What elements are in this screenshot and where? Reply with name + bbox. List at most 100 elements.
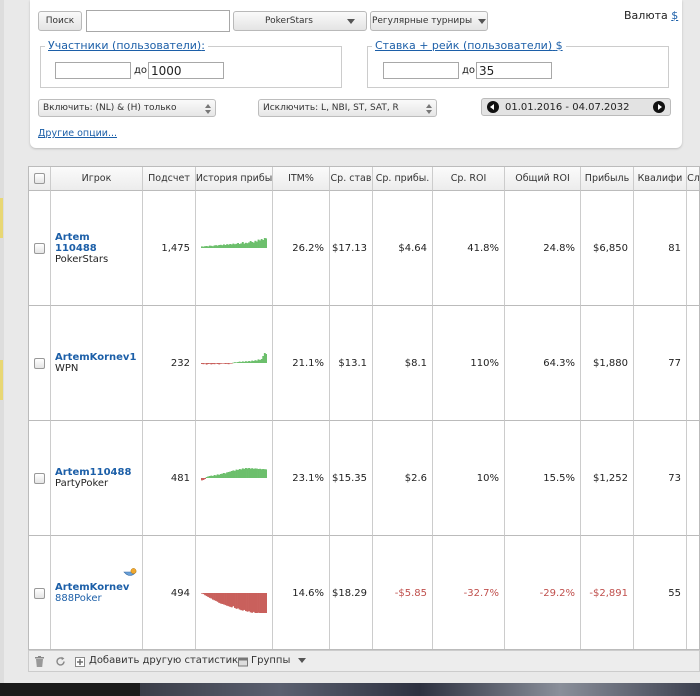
search-input[interactable] [86,10,230,32]
tourney-select-label: Регулярные турниры [371,16,473,26]
avg-roi-cell: 41.8% [433,191,505,306]
qual-cell: 73 [634,421,687,536]
player-name-link[interactable]: Artem110488 [55,467,131,478]
participants-to-input[interactable]: 1000 [148,62,224,79]
row-checkbox-cell[interactable] [29,536,51,649]
exclude-select[interactable]: Исключить: L, NBI, ST, SAT, R [258,99,437,117]
avg-roi-cell: -32.7% [433,536,505,649]
player-site: WPN [55,363,79,374]
column-header[interactable]: Игрок [51,167,143,191]
history-cell [196,191,273,306]
row-checkbox[interactable] [34,242,45,254]
column-header[interactable]: Квалифи [634,167,687,191]
row-checkbox-cell[interactable] [29,421,51,536]
chevron-down-icon [297,657,306,663]
updown-arrows-icon [205,104,211,114]
player-site: PokerStars [55,253,109,265]
row-checkbox[interactable] [34,357,45,369]
avg-stake-cell: $18.29 [330,536,373,649]
column-header[interactable]: Сл [687,167,699,191]
stake-fieldset: Ставка + рейк (пользователи) $ до 35 [367,39,669,88]
row-checkbox[interactable] [34,472,45,484]
more-options-link[interactable]: Другие опции... [38,128,117,139]
groups-label: Группы [251,655,291,666]
column-header[interactable]: ITM% [273,167,330,191]
participants-legend[interactable]: Участники (пользователи): [45,39,208,52]
history-cell [196,536,273,649]
currency-text: Валюта [624,9,668,22]
left-edge-marker [0,198,3,238]
column-header[interactable]: Ср. ROI [433,167,505,191]
column-header[interactable]: Подсчет [143,167,196,191]
participants-legend-suffix: : [201,39,205,52]
search-button[interactable]: Поиск [38,11,82,31]
include-select-label: Включить: (NL) & (H) только [43,103,177,113]
itm-cell: 23.1% [273,421,330,536]
participants-to-label: до [134,65,148,76]
tourney-select[interactable]: Регулярные турниры [370,11,488,31]
left-edge-marker [0,360,3,400]
stake-legend[interactable]: Ставка + рейк (пользователи) $ [372,39,566,52]
select-all-checkbox[interactable] [34,173,45,184]
extra-cell [687,306,699,421]
next-date-icon[interactable] [653,101,665,113]
profit-history-sparkline [201,593,267,613]
stake-to-input[interactable]: 35 [476,62,552,79]
column-header[interactable]: История прибы [196,167,273,191]
date-range-input[interactable]: 01.01.2016 - 04.07.2032 [485,100,651,114]
chevron-down-icon [346,18,355,24]
history-bar [204,478,207,479]
include-select[interactable]: Включить: (NL) & (H) только [38,99,216,117]
history-bar [265,238,267,248]
player-name-link[interactable]: 110488 [55,243,108,254]
player-name-link[interactable]: ArtemKornev [55,582,129,593]
player-cell: Artem110488 PartyPoker [51,421,143,536]
profit-cell: $1,252 [581,421,634,536]
stake-legend-symbol: $ [555,39,563,52]
player-name-link[interactable]: Artem [55,232,108,243]
avg-stake-cell: $13.1 [330,306,373,421]
avg-profit-cell: $8.1 [373,306,433,421]
player-name-link[interactable]: ArtemKornev1 [55,352,136,363]
total-roi-cell: 15.5% [505,421,581,536]
avg-roi-cell: 110% [433,306,505,421]
add-stat-icon [75,657,85,667]
qual-cell: 77 [634,306,687,421]
avg-roi-cell: 10% [433,421,505,536]
players-table: Игрок Подсчет История прибы ITM% Ср. став Ср.… [28,166,700,650]
row-checkbox-cell[interactable] [29,306,51,421]
left-edge [0,0,4,696]
site-select-label: PokerStars [265,16,313,26]
player-cell: ArtemKornev 888Poker [51,536,143,649]
profit-cell: $1,880 [581,306,634,421]
participants-fieldset: Участники (пользователи): до 1000 [40,39,342,88]
row-checkbox-cell[interactable] [29,191,51,306]
player-note-icon[interactable] [123,568,137,579]
background-image [140,683,700,696]
row-checkbox[interactable] [34,587,45,599]
avg-profit-cell: $2.6 [373,421,433,536]
history-cell [196,306,273,421]
participants-from-input[interactable] [55,62,131,79]
trash-icon[interactable] [35,656,44,667]
currency-link[interactable]: $ [671,9,678,22]
stake-to-label: до [462,65,476,76]
itm-cell: 26.2% [273,191,330,306]
groups-button[interactable]: Группы [251,655,306,666]
qual-cell: 81 [634,191,687,306]
column-header[interactable]: Общий ROI [505,167,581,191]
total-roi-cell: 24.8% [505,191,581,306]
total-roi-cell: -29.2% [505,536,581,649]
refresh-icon[interactable] [55,656,66,667]
table-footer: Добавить другую статистику Группы [28,650,700,672]
header-select-all[interactable] [29,167,51,191]
site-select[interactable]: PokerStars [233,11,367,31]
column-header[interactable]: Ср. прибы. [373,167,433,191]
column-header[interactable]: Ср. став [330,167,373,191]
stake-from-input[interactable] [383,62,459,79]
column-header[interactable]: Прибыль [581,167,634,191]
count-cell: 494 [143,536,196,649]
profit-cell: -$2,891 [581,536,634,649]
add-stat-button[interactable]: Добавить другую статистику [89,655,244,666]
updown-arrows-icon [426,104,432,114]
